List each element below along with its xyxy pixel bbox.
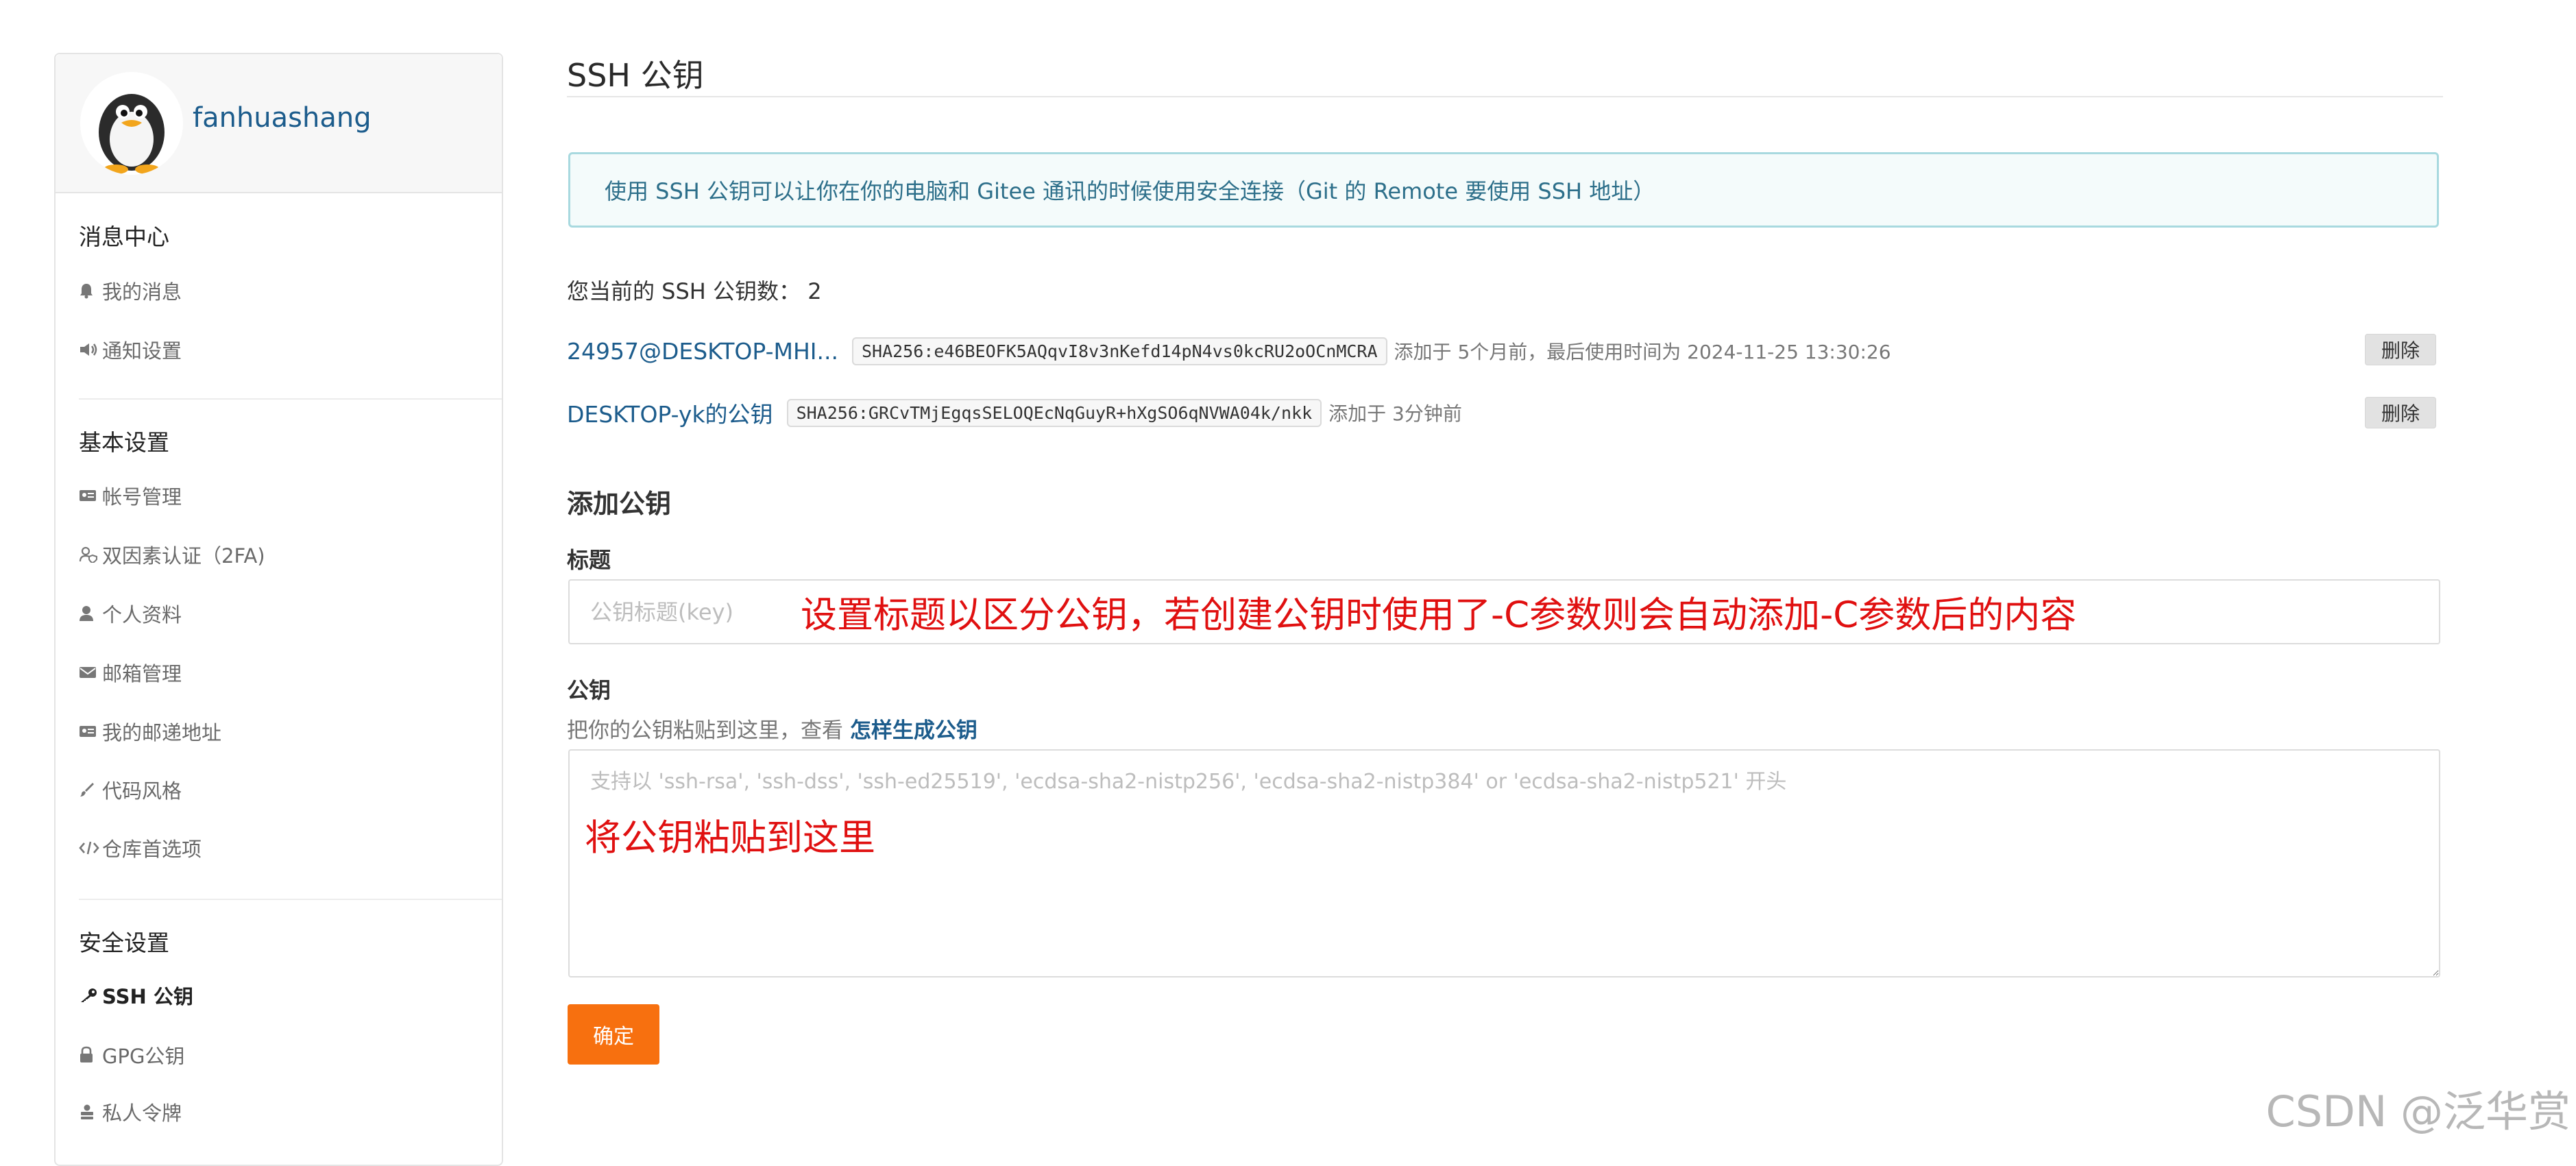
lock-icon: [79, 1046, 102, 1064]
info-message: 使用 SSH 公钥可以让你在你的电脑和 Gitee 通讯的时候使用安全连接（Gi…: [568, 152, 2439, 228]
sidebar-item-label: 邮箱管理: [102, 662, 182, 685]
add-key-heading: 添加公钥: [567, 489, 672, 519]
speaker-icon: [79, 342, 102, 357]
sidebar-item-label: 私人令牌: [102, 1102, 182, 1125]
group-title-security: 安全设置: [79, 930, 169, 956]
ssh-key-fingerprint: SHA256:e46BEOFK5AQqvI8v3nKefd14pN4vs0kcR…: [851, 337, 1387, 365]
key-icon: [79, 987, 102, 1004]
group-title-basic: 基本设置: [79, 429, 169, 456]
key-count-label: 您当前的 SSH 公钥数：: [567, 278, 801, 304]
info-text: 使用 SSH 公钥可以让你在你的电脑和 Gitee 通讯的时候使用安全连接（Gi…: [605, 178, 1655, 204]
how-to-generate-key-link[interactable]: 怎样生成公钥: [850, 718, 977, 743]
sidebar-item-label: SSH 公钥: [102, 985, 193, 1008]
sidebar-item-email[interactable]: 邮箱管理: [79, 659, 182, 686]
delete-key-button[interactable]: 删除: [2365, 334, 2436, 365]
sidebar-item-profile[interactable]: 个人资料: [79, 600, 182, 627]
sidebar-item-tokens[interactable]: 私人令牌: [79, 1098, 182, 1126]
key-label: 公钥: [567, 677, 611, 703]
sidebar-item-notifications[interactable]: 通知设置: [79, 336, 182, 363]
ssh-key-row: 24957@DESKTOP-MHI... SHA256:e46BEOFK5AQq…: [567, 334, 1891, 368]
token-icon: [79, 1104, 102, 1120]
bell-icon: [79, 282, 102, 299]
username[interactable]: fanhuashang: [193, 102, 372, 134]
sidebar-item-label: 帐号管理: [102, 485, 182, 509]
delete-key-button[interactable]: 删除: [2365, 397, 2436, 428]
sidebar-item-label: 我的邮递地址: [102, 721, 222, 744]
ssh-key-fingerprint: SHA256:GRCvTMjEgqsSELOQEcNqGuyR+hXgSO6qN…: [786, 398, 1322, 427]
key-hint: 把你的公钥粘贴到这里，查看 怎样生成公钥: [567, 713, 977, 744]
sidebar-item-label: 通知设置: [102, 339, 182, 363]
user-icon: [79, 605, 102, 622]
sidebar-item-label: 代码风格: [102, 779, 182, 803]
group-title-messages: 消息中心: [79, 223, 169, 250]
avatar[interactable]: [80, 72, 183, 175]
sidebar-item-repo-prefs[interactable]: 仓库首选项: [79, 834, 202, 862]
ssh-key-added-info: 添加于 5个月前，最后使用时间为 2024-11-25 13:30:26: [1394, 341, 1891, 363]
sidebar-item-label: 双因素认证（2FA): [102, 544, 265, 568]
sidebar-item-label: GPG公钥: [102, 1045, 185, 1068]
sidebar-item-label: 个人资料: [102, 603, 182, 627]
divider: [79, 398, 502, 400]
envelope-icon: [79, 666, 102, 679]
confirm-button[interactable]: 确定: [568, 1004, 659, 1065]
id-card-icon: [79, 725, 102, 738]
page-title: SSH 公钥: [567, 57, 704, 94]
title-annotation: 设置标题以区分公钥，若创建公钥时使用了-C参数则会自动添加-C参数后的内容: [801, 594, 2077, 636]
ssh-key-name[interactable]: 24957@DESKTOP-MHI...: [567, 338, 838, 365]
sidebar-item-account[interactable]: 帐号管理: [79, 482, 182, 509]
ssh-key-added-info: 添加于 3分钟前: [1328, 402, 1462, 425]
key-count-value: 2: [807, 278, 822, 304]
key-count: 您当前的 SSH 公钥数： 2: [567, 274, 822, 306]
divider: [79, 899, 502, 900]
sidebar-item-gpg-keys[interactable]: GPG公钥: [79, 1041, 184, 1069]
ssh-key-name[interactable]: DESKTOP-yk的公钥: [567, 396, 773, 429]
sidebar-item-2fa[interactable]: 双因素认证（2FA): [79, 541, 265, 568]
divider: [567, 96, 2443, 97]
sidebar-item-my-messages[interactable]: 我的消息: [79, 277, 182, 304]
user-shield-icon: [79, 546, 102, 563]
brush-icon: [79, 781, 102, 798]
key-annotation: 将公钥粘贴到这里: [585, 817, 875, 859]
sidebar-item-label: 我的消息: [102, 280, 182, 304]
sidebar-item-address[interactable]: 我的邮递地址: [79, 718, 221, 745]
sidebar-item-label: 仓库首选项: [102, 838, 202, 861]
sidebar-item-code-style[interactable]: 代码风格: [79, 776, 182, 803]
id-card-icon: [79, 489, 102, 502]
sidebar-item-ssh-keys[interactable]: SSH 公钥: [79, 982, 193, 1009]
sidebar: fanhuashang 消息中心 我的消息 通知设置 基本设置 帐号管理 双因素…: [54, 53, 503, 1166]
ssh-key-row: DESKTOP-yk的公钥 SHA256:GRCvTMjEgqsSELOQEcN…: [567, 396, 1462, 430]
watermark: CSDN @泛华赏: [2265, 1086, 2571, 1137]
key-hint-text: 把你的公钥粘贴到这里，查看: [567, 718, 843, 743]
code-icon: [79, 840, 102, 855]
title-label: 标题: [567, 547, 611, 573]
public-key-textarea[interactable]: [568, 749, 2440, 977]
profile-header: fanhuashang: [56, 54, 502, 193]
